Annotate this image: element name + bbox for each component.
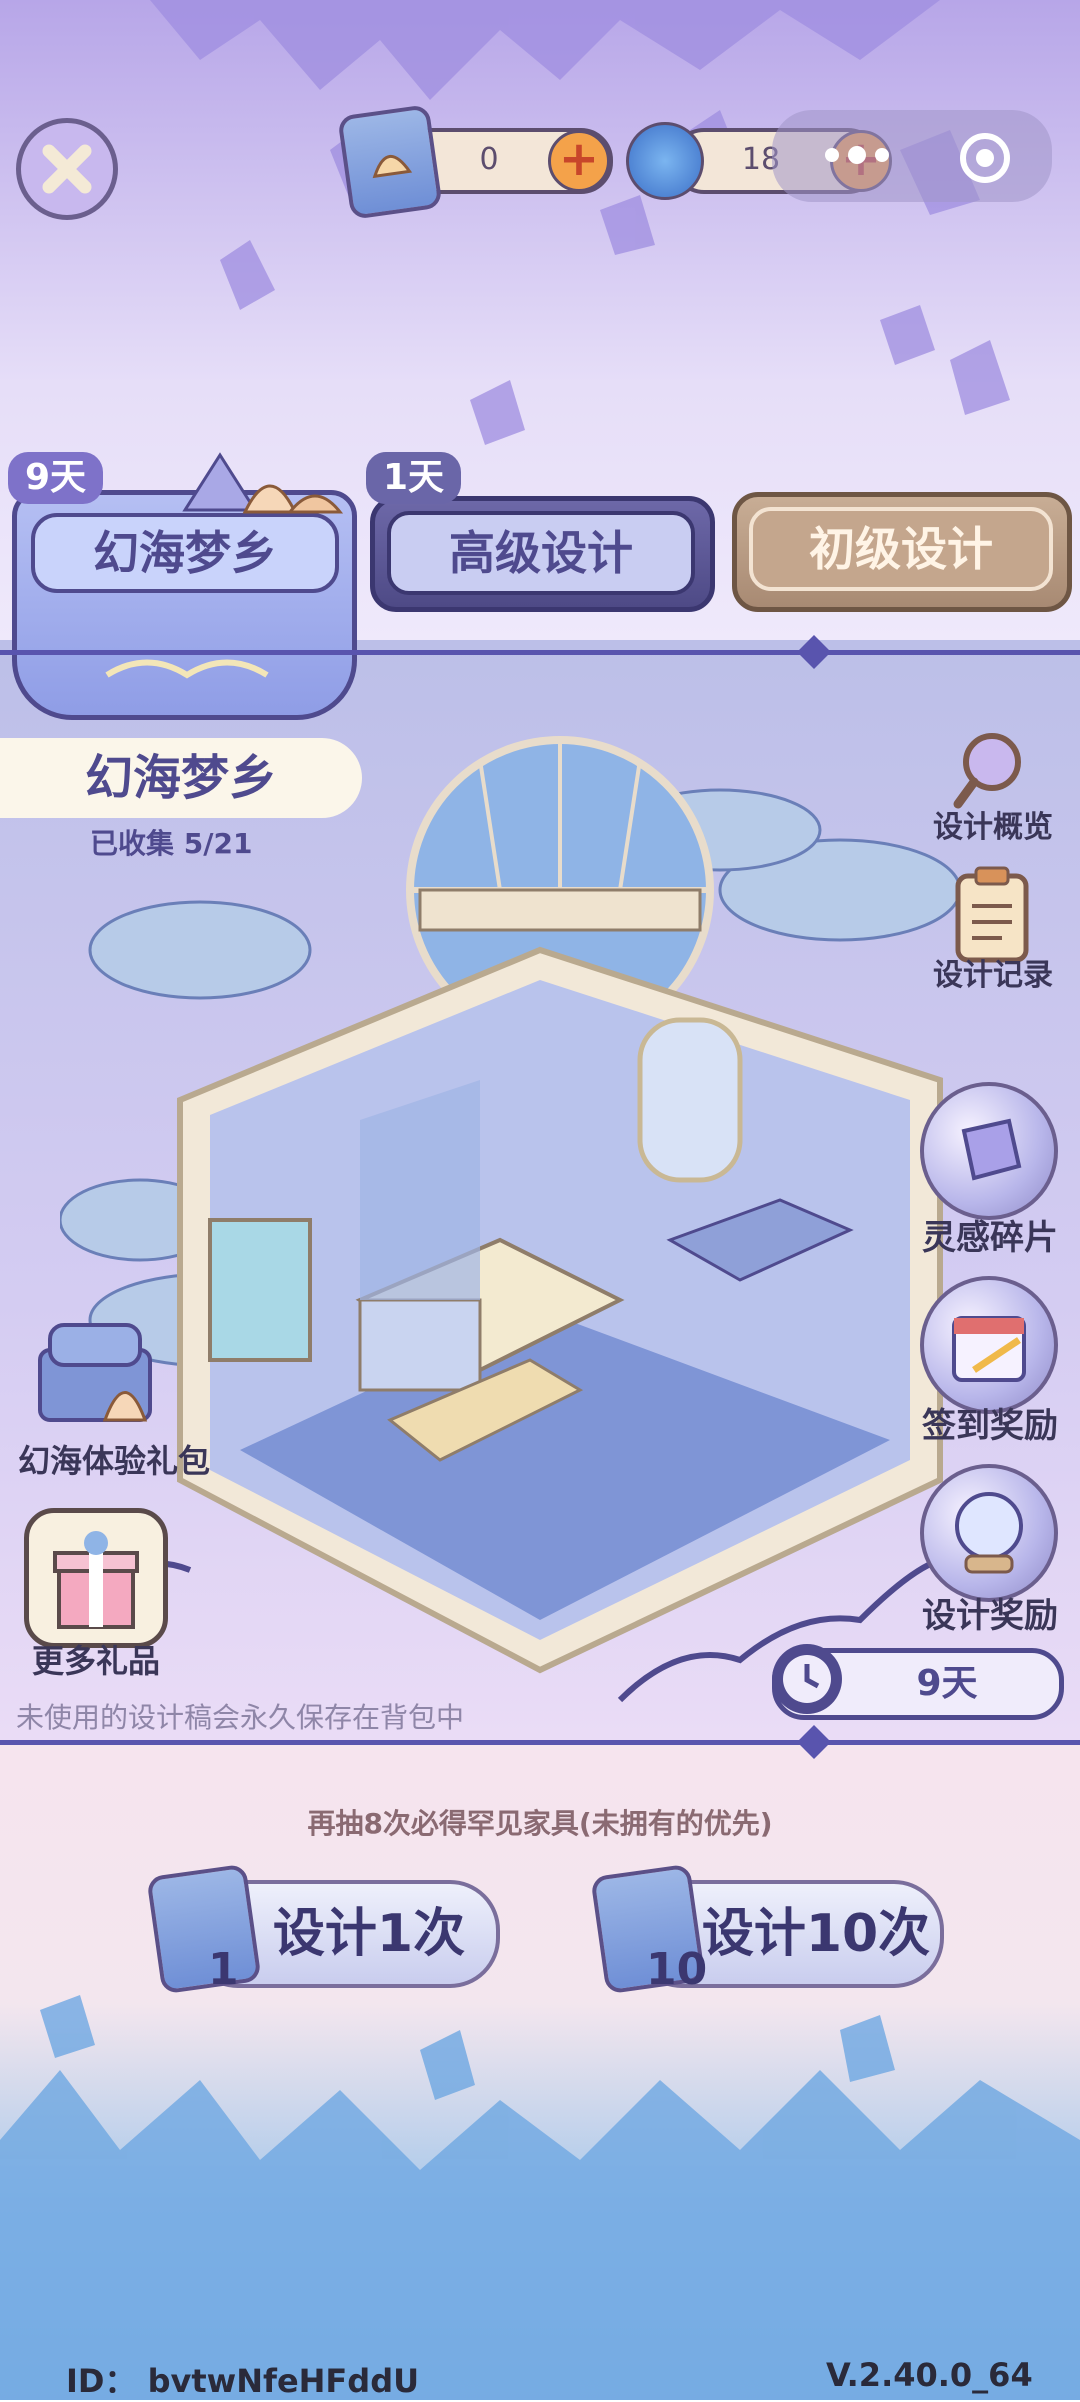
- gift-pack-button[interactable]: [30, 1310, 160, 1440]
- tab-basic-design[interactable]: 初级设计: [732, 492, 1072, 612]
- inspiration-fragments-label: 灵感碎片: [922, 1218, 1058, 1258]
- design-scroll-icon-small: [146, 1863, 262, 1995]
- tab-dream-sea-badge: 9天: [8, 452, 103, 504]
- checkin-reward-button[interactable]: [920, 1276, 1058, 1414]
- room-illustration: [60, 736, 960, 1703]
- checkin-reward-label: 签到奖励: [922, 1406, 1058, 1446]
- guarantee-note: 再抽8次必得罕见家具(未拥有的优先): [307, 1807, 773, 1840]
- more-gifts-button[interactable]: [24, 1508, 168, 1648]
- tab-advanced-design[interactable]: 高级设计: [370, 496, 715, 612]
- design-records-label: 设计记录: [933, 958, 1053, 993]
- more-dots-button[interactable]: [812, 140, 902, 170]
- divider-top: [0, 650, 1080, 655]
- target-button[interactable]: [955, 128, 1015, 188]
- version-label: V.2.40.0_64: [826, 2356, 1033, 2394]
- seashell-ornament-icon: [182, 452, 344, 514]
- more-gifts-label: 更多礼品: [31, 1642, 160, 1680]
- tab-basic-design-label: 初级设计: [809, 522, 993, 576]
- event-timer-value: 9天: [916, 1663, 978, 1704]
- design-reward-label: 设计奖励: [922, 1596, 1058, 1636]
- design-overview-button[interactable]: [930, 724, 1050, 814]
- divider-bottom: [0, 1740, 1080, 1745]
- close-button[interactable]: [16, 118, 118, 220]
- fragment-icon: [961, 1118, 1022, 1181]
- clipboard-icon: [955, 866, 1029, 963]
- draw-once-cost: 1: [208, 1944, 239, 1995]
- design-scroll-icon: [337, 104, 443, 220]
- more-dots-icon: [825, 146, 889, 164]
- tab-advanced-design-label: 高级设计: [449, 526, 633, 580]
- tab-advanced-design-badge: 1天: [366, 452, 461, 504]
- treasure-chest-icon: [38, 1323, 152, 1422]
- design-records-button[interactable]: [952, 864, 1032, 964]
- spiral-shell-icon: [626, 122, 704, 200]
- magnifier-icon: [953, 733, 1021, 809]
- crystal-shards-bottom: [0, 1995, 1080, 2400]
- target-icon: [960, 133, 1010, 183]
- crystal-ball-icon: [955, 1492, 1023, 1574]
- draw-ten-label: 设计10次: [701, 1904, 931, 1964]
- save-note: 未使用的设计稿会永久保存在背包中: [16, 1701, 465, 1734]
- close-icon: [42, 144, 92, 194]
- calendar-icon: [952, 1316, 1026, 1382]
- draw-once-label: 设计1次: [272, 1904, 466, 1964]
- design-reward-button[interactable]: [920, 1464, 1058, 1602]
- gift-box-icon: [53, 1531, 139, 1629]
- gift-pack-label: 幻海体验礼包: [17, 1442, 210, 1480]
- currency-scroll-count: 0: [479, 142, 499, 177]
- tab-dream-sea-label: 幻海梦乡: [93, 526, 277, 580]
- design-overview-label: 设计概览: [933, 810, 1053, 845]
- user-id: ID： bvtwNfeHFddU: [66, 2362, 420, 2400]
- draw-ten-cost: 10: [646, 1944, 708, 1995]
- inspiration-fragments-button[interactable]: [920, 1082, 1058, 1220]
- add-scroll-button[interactable]: +: [548, 130, 610, 192]
- clock-icon: [772, 1644, 842, 1714]
